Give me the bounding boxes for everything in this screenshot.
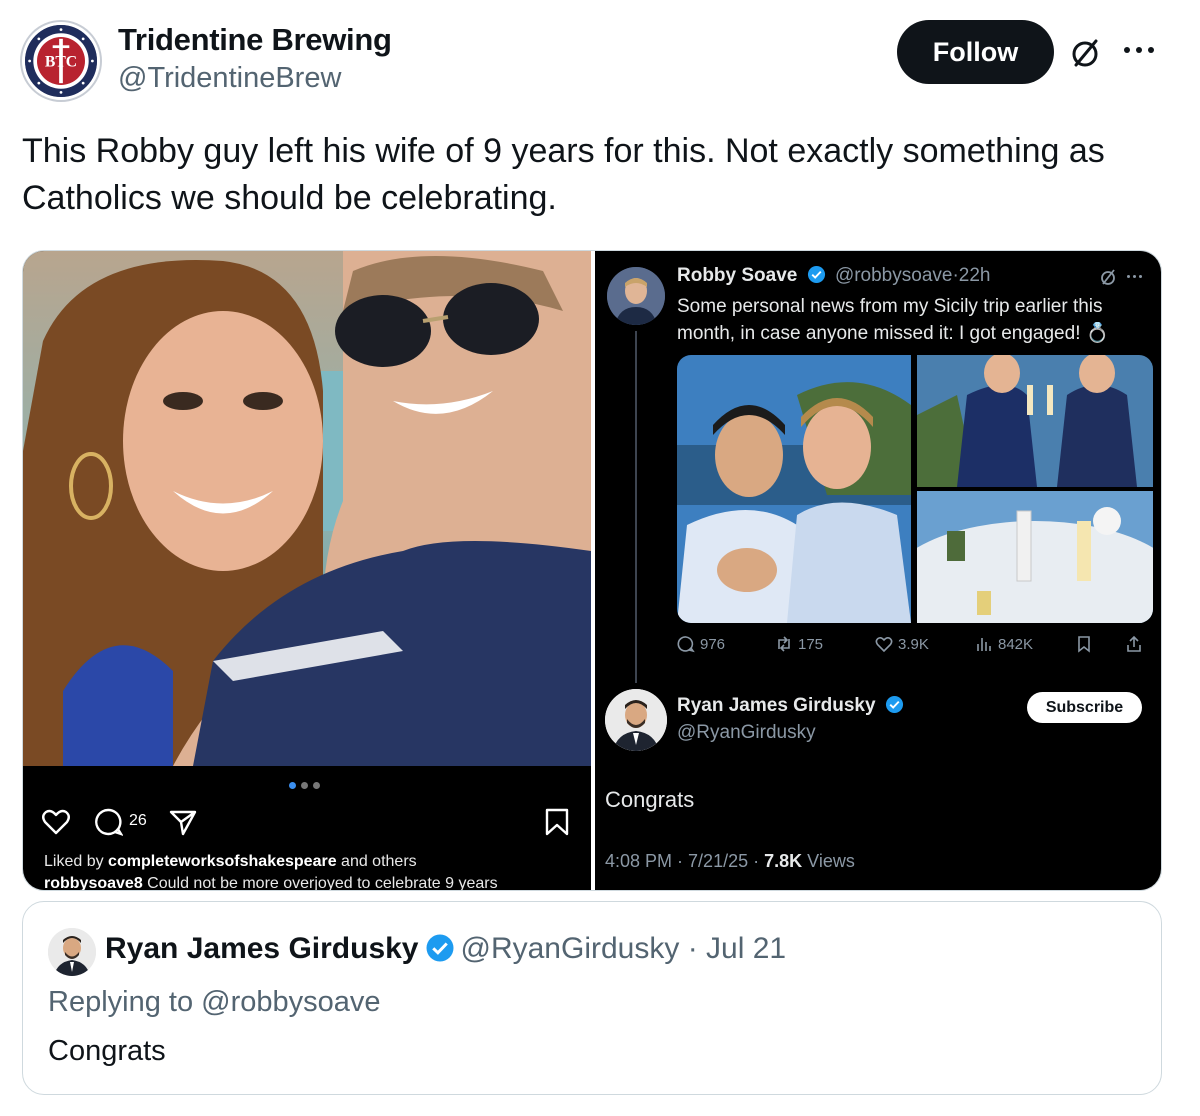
tweet-text: This Robby guy left his wife of 9 years … bbox=[22, 132, 1105, 217]
x-screenshot[interactable]: Robby Soave @robbysoave·22h Some persona… bbox=[595, 251, 1161, 890]
share-stat[interactable] bbox=[1125, 635, 1143, 653]
quote-text: Congrats bbox=[48, 1035, 166, 1067]
likes-count: 3.9K bbox=[898, 635, 929, 653]
comment-icon[interactable] bbox=[93, 807, 123, 837]
carousel-dots bbox=[289, 782, 320, 789]
replies-count: 976 bbox=[700, 635, 726, 653]
robby-post-text: Some personal news from my Sicily trip e… bbox=[677, 296, 1110, 344]
likes-stat[interactable]: 3.9K bbox=[875, 635, 929, 653]
subscribe-button[interactable]: Subscribe bbox=[1027, 692, 1142, 723]
instagram-actions: 26 bbox=[41, 807, 571, 837]
ryan-handle: @RyanGirdusky bbox=[677, 722, 816, 743]
grok-icon[interactable] bbox=[1068, 36, 1102, 70]
robby-name: Robby Soave bbox=[677, 265, 798, 286]
tridentine-logo: BTC bbox=[25, 25, 97, 97]
repost-icon bbox=[778, 636, 790, 652]
bookmark-stat[interactable] bbox=[1075, 635, 1093, 653]
follow-button[interactable]: Follow bbox=[897, 20, 1054, 84]
comment-count: 26 bbox=[129, 812, 147, 829]
share-icon-small bbox=[1127, 635, 1141, 652]
replies-stat[interactable]: 976 bbox=[677, 635, 725, 653]
ryan-reply-meta: 4:08 PM · 7/21/25 · 7.8K Views bbox=[605, 851, 855, 871]
views-count: 842K bbox=[998, 635, 1034, 653]
verified-icon bbox=[426, 934, 453, 962]
author-handle[interactable]: @TridentineBrew bbox=[118, 62, 341, 95]
instagram-caption: robbysoave8 Could not be more overjoyed … bbox=[44, 875, 498, 891]
ryan-avatar bbox=[605, 689, 667, 751]
bookmark-icon-small bbox=[1078, 636, 1090, 653]
robby-handle: @robbysoave bbox=[834, 265, 953, 286]
verified-icon bbox=[885, 695, 903, 714]
liked-by-user[interactable]: completeworksofshakespeare bbox=[108, 853, 337, 870]
replying-to: Replying to @robbysoave bbox=[48, 986, 381, 1018]
robby-post-age: 22h bbox=[958, 265, 991, 286]
logo-text: BTC bbox=[45, 54, 77, 71]
reply-time: 4:08 PM bbox=[605, 851, 673, 871]
verified-icon bbox=[807, 265, 825, 284]
share-icon[interactable] bbox=[169, 808, 197, 836]
reposts-stat[interactable]: 175 bbox=[775, 635, 823, 653]
ryan-name: Ryan James Girdusky bbox=[677, 695, 908, 717]
quote-author-name[interactable]: Ryan James Girdusky bbox=[105, 932, 419, 965]
table-setting-photo bbox=[917, 491, 1153, 623]
ryan-reply-text: Congrats bbox=[605, 787, 695, 812]
couple-selfie-photo bbox=[23, 251, 591, 766]
quoted-tweet[interactable]: Ryan James Girdusky @RyanGirdusky · Jul … bbox=[22, 901, 1162, 1095]
like-icon bbox=[875, 636, 893, 653]
quote-header: Ryan James Girdusky @RyanGirdusky · Jul … bbox=[105, 932, 786, 966]
caption-user[interactable]: robbysoave8 bbox=[44, 875, 143, 890]
robby-post-header: Robby Soave @robbysoave·22h bbox=[677, 265, 991, 286]
reply-date: 7/21/25 bbox=[688, 851, 749, 871]
champagne-toast-photo bbox=[917, 355, 1153, 487]
quote-date: · Jul 21 bbox=[687, 932, 787, 965]
thread-line bbox=[635, 331, 637, 683]
quote-avatar[interactable] bbox=[48, 928, 96, 976]
reply-views-count: 7.8K bbox=[764, 851, 803, 871]
reply-icon bbox=[677, 636, 695, 653]
more-icon-small bbox=[1127, 275, 1142, 278]
quote-author-handle[interactable]: @RyanGirdusky bbox=[461, 932, 680, 965]
author-name[interactable]: Tridentine Brewing bbox=[118, 22, 392, 58]
instagram-screenshot[interactable]: 26 Liked by completeworksofshakespeare a… bbox=[23, 251, 591, 891]
more-options-icon[interactable] bbox=[1124, 38, 1160, 62]
engagement-photo-grid bbox=[677, 355, 1153, 623]
bookmark-icon[interactable] bbox=[543, 807, 571, 837]
grok-icon-small bbox=[1101, 269, 1115, 285]
engagement-selfie-photo bbox=[677, 355, 911, 623]
reposts-count: 175 bbox=[798, 635, 824, 653]
views-stat[interactable]: 842K bbox=[975, 635, 1033, 653]
author-avatar[interactable]: BTC bbox=[22, 22, 100, 100]
views-icon bbox=[977, 638, 991, 651]
heart-icon[interactable] bbox=[41, 807, 71, 837]
media-container[interactable]: 26 Liked by completeworksofshakespeare a… bbox=[22, 250, 1162, 891]
robby-avatar bbox=[607, 267, 665, 325]
robby-post-stats: 976 175 3.9K 842K bbox=[677, 635, 1147, 659]
liked-by-text: Liked by completeworksofshakespeare and … bbox=[44, 853, 417, 870]
